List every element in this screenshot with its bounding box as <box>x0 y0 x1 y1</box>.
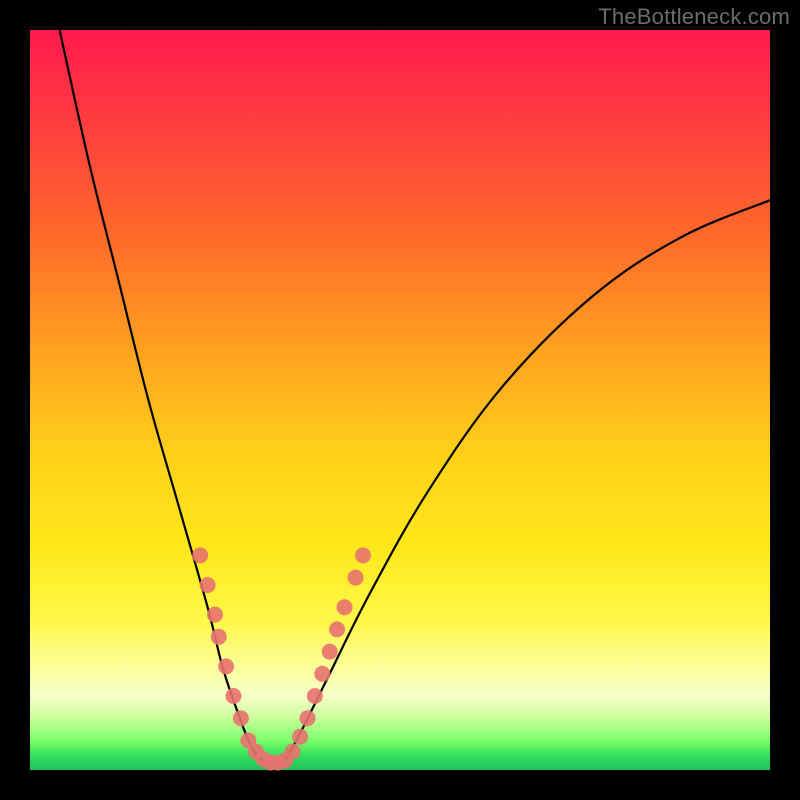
data-point <box>207 607 223 623</box>
plot-area <box>30 30 770 770</box>
data-point <box>300 710 316 726</box>
bottleneck-curve <box>60 30 770 765</box>
data-point <box>322 644 338 660</box>
data-point <box>211 629 227 645</box>
data-point <box>355 547 371 563</box>
data-point <box>200 577 216 593</box>
watermark-text: TheBottleneck.com <box>598 4 790 30</box>
data-point <box>292 729 308 745</box>
data-point <box>337 599 353 615</box>
data-point <box>307 688 323 704</box>
data-point <box>233 710 249 726</box>
data-point <box>329 621 345 637</box>
outer-frame: TheBottleneck.com <box>0 0 800 800</box>
data-point <box>218 658 234 674</box>
data-point <box>192 547 208 563</box>
data-point <box>348 570 364 586</box>
data-point <box>226 688 242 704</box>
data-point <box>285 744 301 760</box>
chart-svg <box>30 30 770 770</box>
curve-layer <box>60 30 770 765</box>
data-point <box>314 666 330 682</box>
points-layer <box>192 547 371 770</box>
